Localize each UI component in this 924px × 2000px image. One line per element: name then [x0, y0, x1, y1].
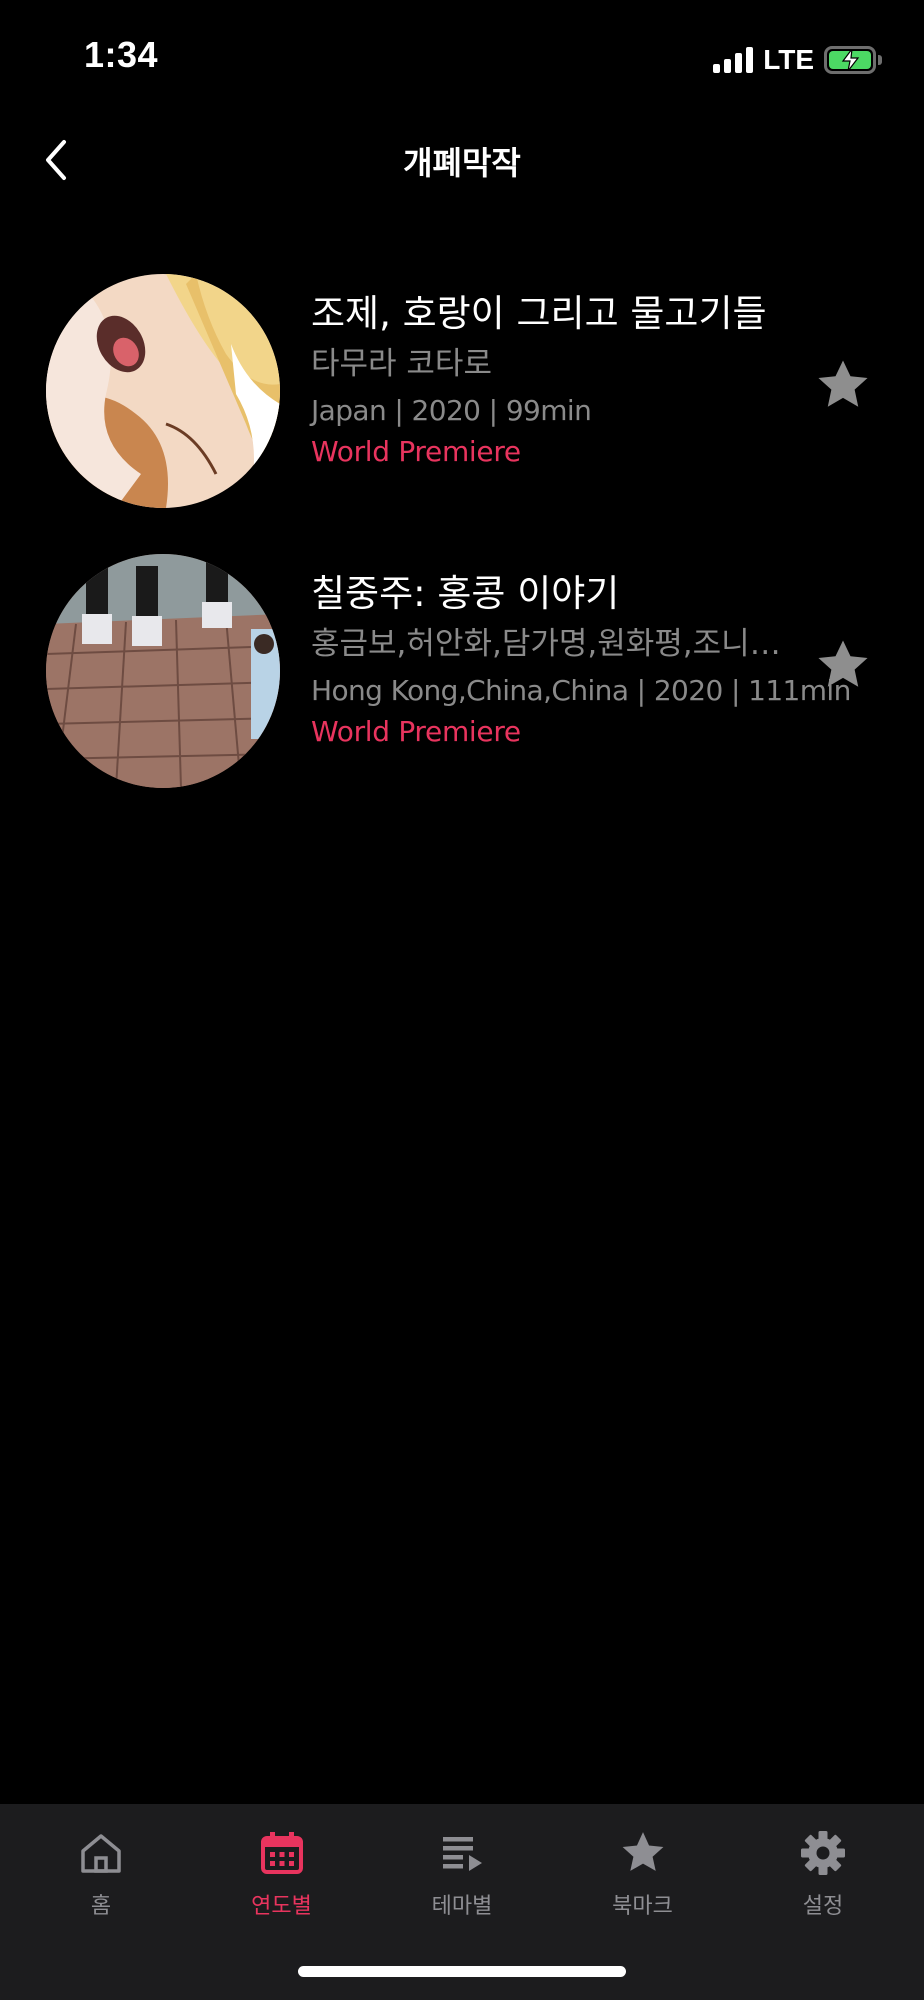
anime-still-thumbnail: [46, 274, 280, 508]
battery-charging-icon: [824, 46, 882, 74]
page-title: 개폐막작: [403, 144, 521, 182]
film-info: 칠중주: 홍콩 이야기 홍금보,허안화,담가명,원화평,조니토,서극,임영동 H…: [311, 572, 851, 749]
tab-home[interactable]: 홈: [16, 1804, 186, 1934]
tab-label: 연도별: [251, 1894, 312, 1919]
film-meta: Hong Kong,China,China | 2020 | 111min: [311, 673, 851, 707]
film-list-item[interactable]: 조제, 호랑이 그리고 물고기들 타무라 코타로 Japan | 2020 | …: [0, 262, 924, 542]
film-meta: Japan | 2020 | 99min: [311, 393, 592, 427]
premiere-badge: World Premiere: [311, 715, 521, 749]
tab-bookmark[interactable]: 북마크: [558, 1804, 728, 1934]
status-indicators: LTE: [713, 42, 882, 78]
tab-by-year[interactable]: 연도별: [197, 1804, 367, 1934]
playlist-icon: [443, 1837, 482, 1871]
bookmark-button[interactable]: [812, 634, 874, 696]
film-list-item[interactable]: 칠중주: 홍콩 이야기 홍금보,허안화,담가명,원화평,조니토,서극,임영동 H…: [0, 542, 924, 822]
cellular-signal-icon: [713, 47, 754, 73]
film-still-thumbnail: [46, 554, 280, 788]
screen: 1:34 LTE 개폐막작 조제, 호랑이 그리고 물고기들 타무라 코타로 J…: [0, 0, 924, 2000]
bookmark-button[interactable]: [812, 354, 874, 416]
tab-label: 테마별: [431, 1894, 493, 1919]
film-title: 조제, 호랑이 그리고 물고기들: [311, 292, 767, 335]
nav-header: 개폐막작: [0, 110, 924, 210]
gear-icon: [801, 1831, 845, 1875]
home-indicator[interactable]: [298, 1966, 626, 1977]
tab-label: 홈: [90, 1894, 112, 1919]
status-bar: 1:34 LTE: [0, 0, 924, 110]
calendar-icon: [260, 1832, 303, 1874]
film-director: 홍금보,허안화,담가명,원화평,조니토,서극,임영동: [311, 626, 781, 663]
star-icon: [818, 360, 868, 407]
status-time: 1:34: [84, 34, 159, 75]
film-title: 칠중주: 홍콩 이야기: [311, 572, 620, 615]
film-list: 조제, 호랑이 그리고 물고기들 타무라 코타로 Japan | 2020 | …: [0, 262, 924, 822]
network-type: LTE: [763, 44, 814, 75]
tab-by-theme[interactable]: 테마별: [377, 1804, 547, 1934]
film-director: 타무라 코타로: [311, 346, 492, 383]
star-icon: [818, 640, 868, 687]
tab-label: 북마크: [612, 1894, 673, 1919]
star-icon: [622, 1832, 663, 1871]
tab-settings[interactable]: 설정: [738, 1804, 908, 1934]
home-icon: [81, 1834, 121, 1873]
tab-label: 설정: [802, 1894, 844, 1919]
premiere-badge: World Premiere: [311, 435, 521, 469]
film-info: 조제, 호랑이 그리고 물고기들 타무라 코타로 Japan | 2020 | …: [311, 292, 781, 469]
